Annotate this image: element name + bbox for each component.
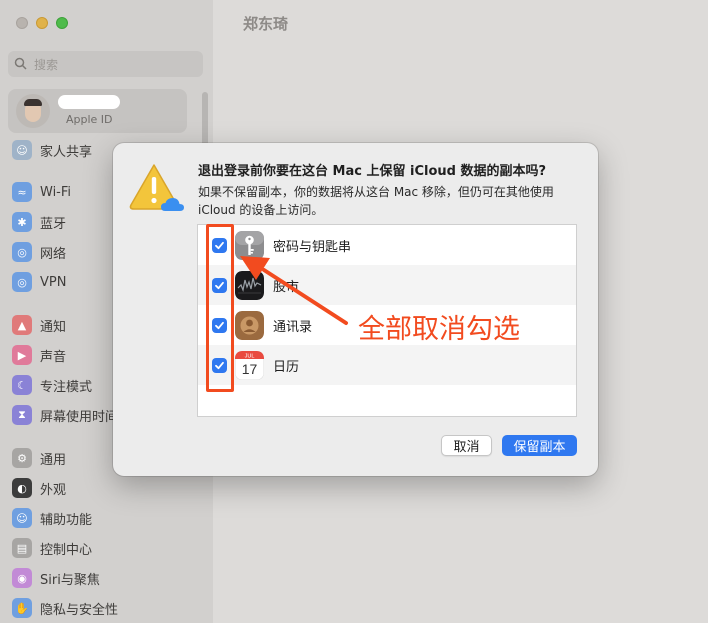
keep-copy-button[interactable]: 保留副本 [502,435,577,456]
apple-id-item[interactable]: Apple ID [8,89,187,133]
sidebar-item-label: 屏幕使用时间 [40,409,119,425]
sidebar-item-label: 家人共享 [40,144,93,160]
sidebar-item[interactable]: ☺ 家人共享 [12,139,92,161]
sidebar-item[interactable]: ≈ Wi-Fi [12,181,71,203]
dialog-title: 退出登录前你要在这台 Mac 上保留 iCloud 数据的副本吗? [198,164,547,179]
hand-icon: ✋ [12,598,32,618]
accessibility-icon: ☺ [12,508,32,528]
annotation-text: 全部取消勾选 [358,314,520,345]
warning-icon [129,164,184,211]
sidebar-item[interactable]: ▤ 控制中心 [12,537,92,559]
sidebar-item[interactable]: ✱ 蓝牙 [12,211,66,233]
sidebar-item[interactable]: ◎ VPN [12,271,66,293]
sidebar-item-label: 声音 [40,349,67,365]
sidebar-item-label: 专注模式 [40,379,93,395]
sidebar-item-label: 外观 [40,482,67,498]
sidebar-item-label: 辅助功能 [40,512,93,528]
avatar [16,94,50,128]
sidebar-item-label: VPN [40,274,67,290]
bell-icon: ▲ [12,315,32,335]
sidebar-item-label: Siri与聚焦 [40,572,100,588]
globe-icon: ◎ [12,242,32,262]
close-button[interactable] [16,17,28,29]
gear-icon: ⚙ [12,448,32,468]
calendar-day: 17 [242,361,258,377]
sidebar-item[interactable]: ☺ 辅助功能 [12,507,92,529]
calendar-month: JUL [245,353,255,359]
family-icon: ☺ [12,140,32,160]
sidebar-scrollbar[interactable] [202,92,208,148]
sidebar-item-label: 通知 [40,319,67,335]
sidebar-item-label: 通用 [40,452,67,468]
redacted-name [58,95,120,109]
sidebar-item-label: 蓝牙 [40,216,67,232]
wifi-icon: ≈ [12,182,32,202]
bluetooth-icon: ✱ [12,212,32,232]
sidebar-item-label: 网络 [40,246,67,262]
sidebar-item-label: Wi-Fi [40,184,72,200]
sidebar-item[interactable]: ◉ Siri与聚焦 [12,567,100,589]
sidebar-item[interactable]: ▲ 通知 [12,314,66,336]
hourglass-icon: ⧗ [12,405,32,425]
annotation-arrow [240,256,348,325]
cancel-button[interactable]: 取消 [441,435,492,456]
page-title: 郑东琦 [243,15,289,33]
list-item-calendar[interactable]: JUL 17 日历 [198,345,576,385]
sidebar-item[interactable]: ⧗ 屏幕使用时间 [12,404,118,426]
calendar-icon: JUL 17 [235,350,264,380]
minimize-button[interactable] [36,17,48,29]
appearance-icon: ◐ [12,478,32,498]
speaker-icon: ▶ [12,345,32,365]
control-center-icon: ▤ [12,538,32,558]
dialog-description: 如果不保留副本，你的数据将从这台 Mac 移除，但仍可在其他使用 iCloud … [198,185,554,217]
vpn-icon: ◎ [12,272,32,292]
sidebar-item[interactable]: ☾ 专注模式 [12,374,92,396]
siri-icon: ◉ [12,568,32,588]
sidebar-item-label: 隐私与安全性 [40,602,119,618]
sidebar-item[interactable]: ◐ 外观 [12,477,66,499]
calendar-label: 日历 [273,359,300,375]
annotation-highlight-box [206,224,234,392]
sidebar-item[interactable]: ▶ 声音 [12,344,66,366]
apple-id-label: Apple ID [66,113,113,126]
sidebar-item[interactable]: ⚙ 通用 [12,447,66,469]
search-placeholder: 搜索 [34,57,59,72]
sidebar-item[interactable]: ✋ 隐私与安全性 [12,597,118,619]
search-field[interactable]: 搜索 [8,51,203,77]
moon-icon: ☾ [12,375,32,395]
search-icon [14,57,28,71]
sidebar-item[interactable]: ◎ 网络 [12,241,66,263]
sidebar-item-label: 控制中心 [40,542,93,558]
zoom-button[interactable] [56,17,68,29]
